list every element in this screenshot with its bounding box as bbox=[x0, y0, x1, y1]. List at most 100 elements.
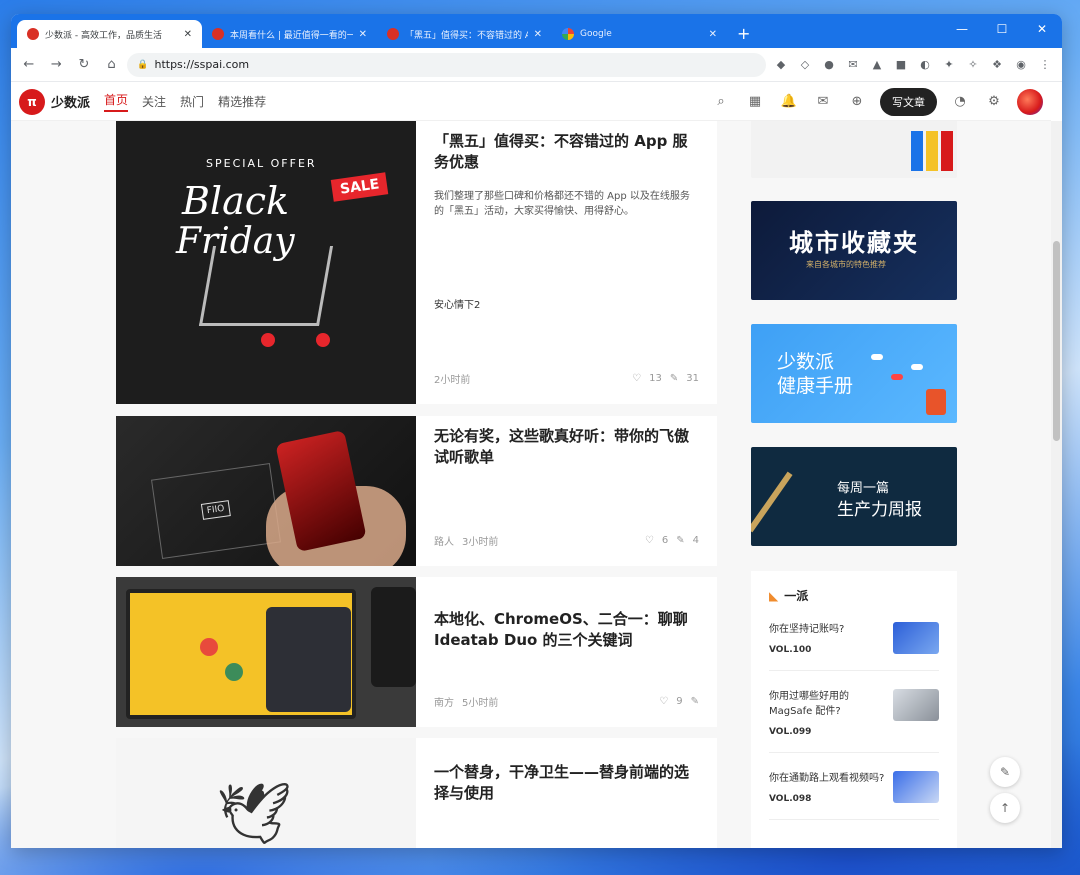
comment-icon[interactable]: ✎ bbox=[670, 373, 678, 384]
podcast-question: 你用过哪些好用的 MagSafe 配件? bbox=[769, 691, 849, 717]
podcast-item[interactable]: 你用过哪些好用的 MagSafe 配件? VOL.099 bbox=[769, 689, 939, 753]
banner-bars bbox=[911, 131, 953, 171]
app-icon[interactable]: ▦ bbox=[744, 91, 766, 113]
article-title[interactable]: 一个替身，干净卫生——替身前端的选择与使用 bbox=[434, 762, 699, 804]
podcast-thumbnail[interactable] bbox=[893, 622, 939, 654]
minimize-button[interactable]: — bbox=[942, 14, 982, 44]
forward-icon[interactable]: → bbox=[45, 53, 69, 77]
thumb-text: SPECIAL OFFER bbox=[206, 157, 317, 170]
article-time: 3小时前 bbox=[462, 537, 499, 548]
comment-icon[interactable]: ✎ bbox=[691, 696, 699, 707]
banner-line: 少数派 bbox=[777, 351, 835, 373]
tab-google[interactable]: Google ✕ bbox=[552, 20, 727, 48]
home-icon[interactable]: ⌂ bbox=[100, 53, 124, 77]
article-title[interactable]: 「黑五」值得买：不容错过的 App 服务优惠 bbox=[434, 131, 699, 173]
page-scrollbar[interactable] bbox=[1051, 121, 1062, 848]
article-thumbnail[interactable]: SPECIAL OFFER Black Friday SALE bbox=[116, 121, 416, 404]
close-window-button[interactable]: ✕ bbox=[1022, 14, 1062, 44]
tab-title: 本周看什么 | 最近值得一看的一… bbox=[230, 30, 353, 41]
like-icon[interactable]: ♡ bbox=[659, 696, 668, 707]
extension-icon[interactable]: ◇ bbox=[794, 54, 816, 76]
sidebar-banner-city[interactable]: 城市收藏夹 来自各城市的特色推荐 bbox=[751, 201, 957, 300]
article-title[interactable]: 无论有奖，这些歌真好听：带你的飞傲试听歌单 bbox=[434, 426, 699, 468]
tab-close-icon[interactable]: ✕ bbox=[184, 29, 192, 40]
podcast-thumbnail[interactable] bbox=[893, 689, 939, 721]
podcast-question: 你在通勤路上观看视频吗? bbox=[769, 773, 885, 784]
nav-home[interactable]: 首页 bbox=[104, 91, 129, 112]
google-favicon-icon bbox=[562, 28, 574, 40]
back-icon[interactable]: ← bbox=[17, 53, 41, 77]
extension-icon[interactable]: ● bbox=[818, 54, 840, 76]
maximize-button[interactable]: ☐ bbox=[982, 14, 1022, 44]
nav-featured[interactable]: 精选推荐 bbox=[218, 93, 266, 110]
notification-icon[interactable]: ◔ bbox=[949, 91, 971, 113]
bird-icon: 🕊 bbox=[216, 779, 293, 848]
podcast-vol: VOL.100 bbox=[769, 645, 812, 655]
article-card[interactable]: 本地化、ChromeOS、二合一：聊聊 Ideatab Duo 的三个关键词 南… bbox=[116, 577, 717, 727]
cart-wheel bbox=[316, 333, 330, 347]
back-to-top-button[interactable]: ↑ bbox=[990, 793, 1020, 823]
extension-icon[interactable]: ▲ bbox=[866, 54, 888, 76]
url-input[interactable] bbox=[154, 58, 756, 71]
settings-icon[interactable]: ⚙ bbox=[983, 91, 1005, 113]
article-card[interactable]: FIIO 无论有奖，这些歌真好听：带你的飞傲试听歌单 路人 3小时前 ♡ 6 ✎… bbox=[116, 416, 717, 566]
tab-close-icon[interactable]: ✕ bbox=[534, 29, 542, 40]
thumb-phone bbox=[371, 587, 416, 687]
tab-sspai[interactable]: 少数派 - 高效工作，品质生活 ✕ bbox=[17, 20, 202, 48]
article-card[interactable]: 🕊 一个替身，干净卫生——替身前端的选择与使用 bbox=[116, 738, 717, 848]
article-card[interactable]: SPECIAL OFFER Black Friday SALE 「黑五」值得买：… bbox=[116, 121, 717, 404]
like-icon[interactable]: ♡ bbox=[632, 373, 641, 384]
scrollbar-thumb[interactable] bbox=[1053, 241, 1060, 441]
avatar[interactable] bbox=[1017, 88, 1043, 115]
extension-icon[interactable]: ❖ bbox=[986, 54, 1008, 76]
search-icon[interactable]: ⌕ bbox=[710, 91, 732, 113]
tab-strip: 少数派 - 高效工作，品质生活 ✕ 本周看什么 | 最近值得一看的一… ✕ 「黑… bbox=[11, 14, 1062, 48]
address-bar[interactable]: 🔒 bbox=[127, 52, 766, 77]
pill-icon bbox=[891, 374, 903, 380]
sidebar-banner-top[interactable] bbox=[751, 121, 957, 178]
article-title[interactable]: 本地化、ChromeOS、二合一：聊聊 Ideatab Duo 的三个关键词 bbox=[434, 609, 699, 651]
feedback-button[interactable]: ✎ bbox=[990, 757, 1020, 787]
tab-blackfriday[interactable]: 「黑五」值得买：不容错过的 Ap… ✕ bbox=[377, 20, 552, 48]
article-author[interactable]: 路人 bbox=[434, 533, 454, 548]
nav-follow[interactable]: 关注 bbox=[142, 93, 166, 110]
new-tab-button[interactable]: + bbox=[727, 24, 760, 48]
thumb-text: FIIO bbox=[200, 500, 231, 520]
podcast-title[interactable]: 一派 bbox=[784, 587, 808, 604]
extension-icon[interactable]: ■ bbox=[890, 54, 912, 76]
podcast-thumbnail[interactable] bbox=[893, 771, 939, 803]
site-logo[interactable]: π 少数派 bbox=[19, 88, 90, 115]
podcast-panel: ◣ 一派 你在坚持记账吗? VOL.100 你用过哪些好用的 MagSafe 配… bbox=[751, 571, 957, 848]
message-icon[interactable]: ✉ bbox=[812, 91, 834, 113]
bell-icon[interactable]: 🔔 bbox=[778, 91, 800, 113]
tab-close-icon[interactable]: ✕ bbox=[709, 29, 717, 40]
sidebar-banner-health[interactable]: 少数派 健康手册 bbox=[751, 324, 957, 423]
article-body: 本地化、ChromeOS、二合一：聊聊 Ideatab Duo 的三个关键词 南… bbox=[416, 577, 717, 727]
podcast-item[interactable]: 你在坚持记账吗? VOL.100 bbox=[769, 622, 939, 671]
article-thumbnail[interactable]: FIIO bbox=[116, 416, 416, 566]
extension-icon[interactable]: ✧ bbox=[962, 54, 984, 76]
comment-icon[interactable]: ✎ bbox=[676, 535, 684, 546]
podcast-text: 你在通勤路上观看视频吗? VOL.098 bbox=[769, 771, 889, 807]
extension-icon[interactable]: ◐ bbox=[914, 54, 936, 76]
menu-icon[interactable]: ⋮ bbox=[1034, 54, 1056, 76]
extension-icon[interactable]: ✦ bbox=[938, 54, 960, 76]
profile-icon[interactable]: ◉ bbox=[1010, 54, 1032, 76]
tab-close-icon[interactable]: ✕ bbox=[359, 29, 367, 40]
mail-icon[interactable]: ✉ bbox=[842, 54, 864, 76]
sidebar-banner-productivity[interactable]: 每周一篇 生产力周报 bbox=[751, 447, 957, 546]
nav-hot[interactable]: 热门 bbox=[180, 93, 204, 110]
like-icon[interactable]: ♡ bbox=[645, 535, 654, 546]
extension-icon[interactable]: ◆ bbox=[770, 54, 792, 76]
bottle-icon bbox=[926, 389, 946, 415]
tab-weekly[interactable]: 本周看什么 | 最近值得一看的一… ✕ bbox=[202, 20, 377, 48]
article-thumbnail[interactable]: 🕊 bbox=[116, 738, 416, 848]
article-author[interactable]: 安心情下2 bbox=[434, 296, 480, 311]
article-body: 无论有奖，这些歌真好听：带你的飞傲试听歌单 路人 3小时前 ♡ 6 ✎ 4 bbox=[416, 416, 717, 566]
article-author[interactable]: 南方 bbox=[434, 694, 454, 709]
article-thumbnail[interactable] bbox=[116, 577, 416, 727]
write-article-button[interactable]: 写文章 bbox=[880, 87, 937, 116]
cart-icon[interactable]: ⊕ bbox=[846, 91, 868, 113]
podcast-item[interactable]: 你在通勤路上观看视频吗? VOL.098 bbox=[769, 771, 939, 820]
reload-icon[interactable]: ↻ bbox=[72, 53, 96, 77]
